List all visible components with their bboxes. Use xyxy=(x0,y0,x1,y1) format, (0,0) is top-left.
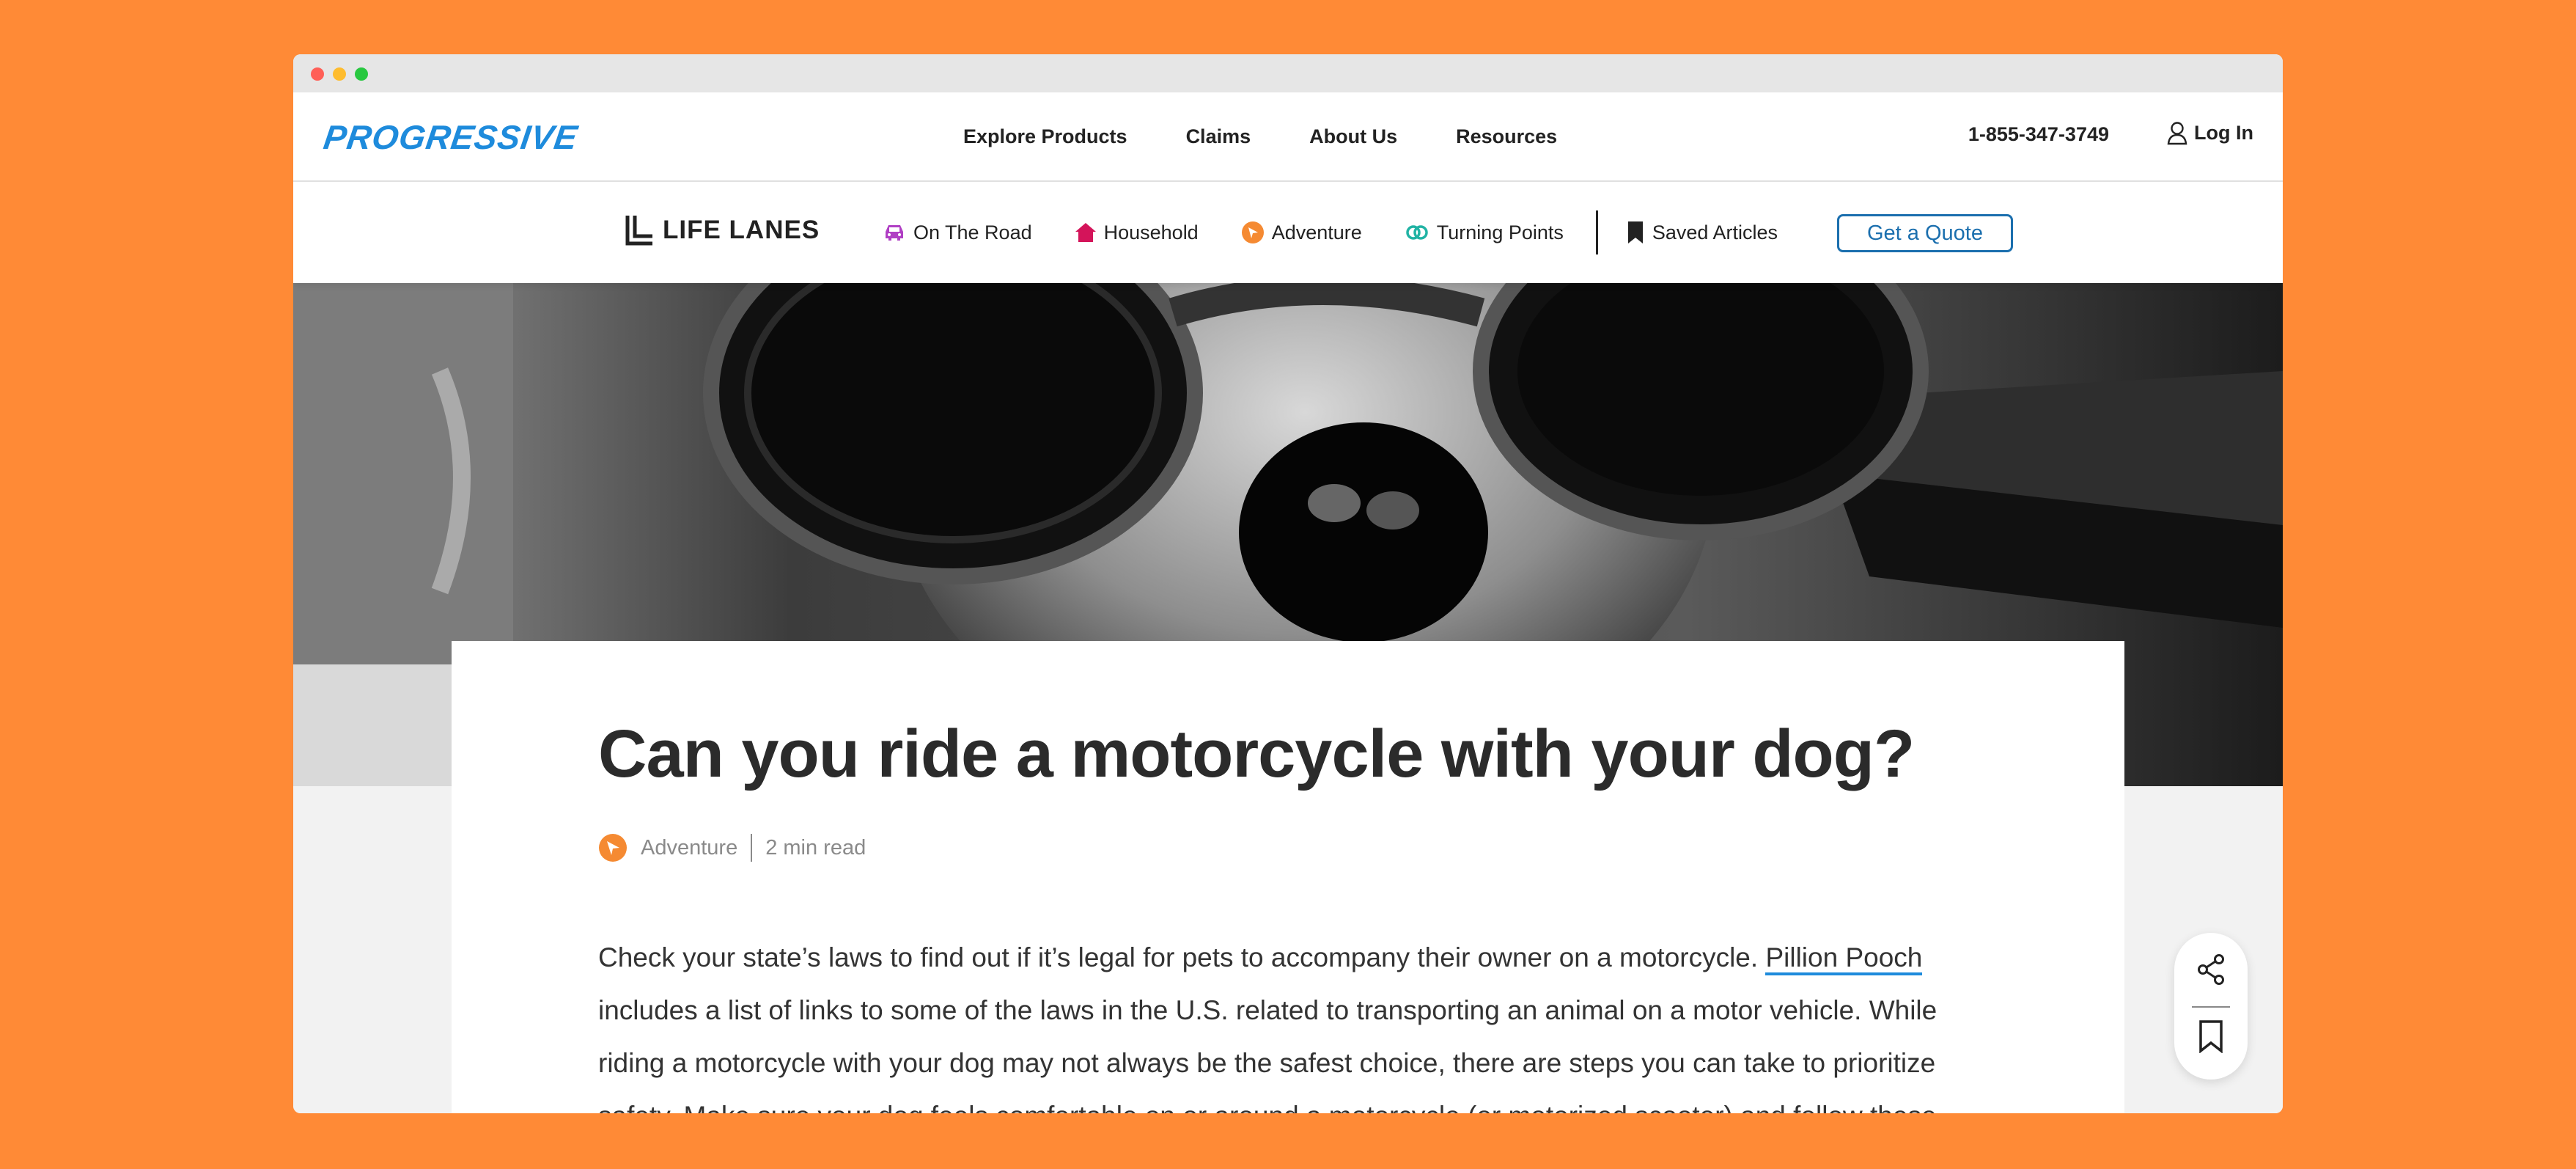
login-button[interactable]: Log In xyxy=(2166,120,2253,145)
life-lanes-subnav: LIFE LANES On The Road Household Adventu… xyxy=(293,182,2283,283)
life-lanes-icon xyxy=(625,216,652,246)
article-category[interactable]: Adventure xyxy=(641,836,737,860)
life-lanes-logo[interactable]: LIFE LANES xyxy=(625,214,820,246)
article-title: Can you ride a motorcycle with your dog? xyxy=(598,717,1915,791)
category-adventure[interactable]: Adventure xyxy=(1241,221,1362,244)
close-window-button[interactable] xyxy=(311,67,324,81)
article-card: Can you ride a motorcycle with your dog?… xyxy=(452,641,2124,1113)
bookmark-icon[interactable] xyxy=(2198,1019,2224,1053)
progressive-logo[interactable]: PROGRESSIVE xyxy=(321,117,580,157)
nav-divider xyxy=(1595,210,1598,254)
browser-window: PROGRESSIVE Explore Products Claims Abou… xyxy=(293,54,2283,1113)
saved-articles-link[interactable]: Saved Articles xyxy=(1626,220,1778,245)
bookmark-icon xyxy=(1627,221,1643,243)
nav-resources[interactable]: Resources xyxy=(1456,125,1557,148)
article-body: Check your state’s laws to find out if i… xyxy=(598,931,1976,1113)
rings-icon xyxy=(1406,225,1428,240)
article-actions xyxy=(2174,933,2248,1080)
saved-articles-label: Saved Articles xyxy=(1652,221,1778,243)
category-household[interactable]: Household xyxy=(1075,221,1199,244)
minimize-window-button[interactable] xyxy=(333,67,346,81)
nav-explore-products[interactable]: Explore Products xyxy=(963,125,1127,148)
article-paragraph: Check your state’s laws to find out if i… xyxy=(598,931,1976,1113)
compass-icon xyxy=(599,834,627,862)
user-icon xyxy=(2167,122,2187,145)
site-header: PROGRESSIVE Explore Products Claims Abou… xyxy=(293,92,2283,182)
share-icon[interactable] xyxy=(2196,953,2226,986)
house-icon xyxy=(1075,223,1096,242)
category-label: Turning Points xyxy=(1436,221,1564,243)
paragraph-text: includes a list of links to some of the … xyxy=(598,995,1937,1113)
article-meta: Adventure 2 min read xyxy=(598,833,866,862)
main-nav: Explore Products Claims About Us Resourc… xyxy=(963,92,1616,180)
phone-number-link[interactable]: 1-855-347-3749 xyxy=(1968,123,2109,146)
compass-icon xyxy=(1241,221,1264,243)
nav-claims[interactable]: Claims xyxy=(1186,125,1251,148)
category-on-the-road[interactable]: On The Road xyxy=(883,221,1032,244)
article-read-time: 2 min read xyxy=(765,835,866,860)
get-a-quote-button[interactable]: Get a Quote xyxy=(1837,214,2013,252)
login-label: Log In xyxy=(2194,121,2253,144)
maximize-window-button[interactable] xyxy=(355,67,368,81)
life-lanes-title: LIFE LANES xyxy=(663,216,820,244)
category-label: Adventure xyxy=(1271,221,1362,243)
window-titlebar xyxy=(293,54,2283,92)
category-label: On The Road xyxy=(913,221,1032,243)
category-turning-points[interactable]: Turning Points xyxy=(1405,221,1564,244)
paragraph-text: Check your state’s laws to find out if i… xyxy=(598,942,1766,972)
meta-divider xyxy=(751,834,753,862)
nav-about-us[interactable]: About Us xyxy=(1309,125,1397,148)
actions-divider xyxy=(2192,1006,2230,1008)
category-nav: On The Road Household Adventure Turning … xyxy=(883,182,1820,283)
category-label: Household xyxy=(1103,221,1199,243)
car-icon xyxy=(886,225,903,241)
pillion-pooch-link[interactable]: Pillion Pooch xyxy=(1765,942,1923,975)
